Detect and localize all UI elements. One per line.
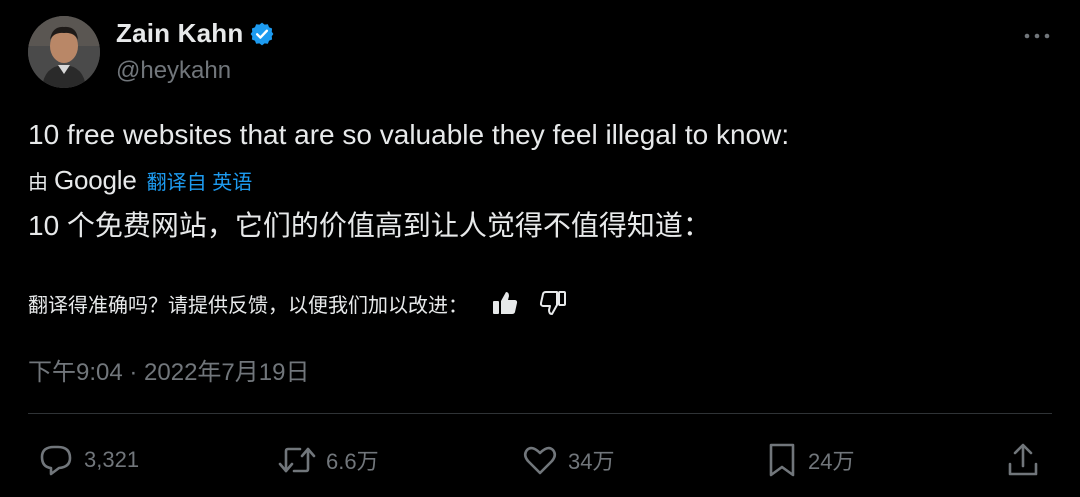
avatar[interactable]: [28, 16, 100, 88]
google-logo: Google: [54, 165, 137, 195]
thumbs-down-icon[interactable]: [538, 288, 568, 318]
like-count: 34万: [568, 449, 615, 474]
share-button[interactable]: [1006, 440, 1040, 480]
translated-by-prefix: 由: [28, 172, 48, 194]
author-name-row: Zain Kahn: [116, 18, 275, 49]
more-horizontal-icon[interactable]: [1022, 24, 1052, 48]
share-icon: [1006, 442, 1040, 478]
translation-attribution: 由 Google 翻译自 英语: [28, 165, 252, 196]
bookmark-icon: [766, 442, 798, 478]
bookmark-count: 24万: [808, 449, 855, 474]
bookmark-button[interactable]: 24万: [766, 440, 854, 480]
translation-feedback: 翻译得准确吗？请提供反馈，以便我们加以改进：: [28, 288, 568, 318]
translation-text: 10 个免费网站，它们的价值高到让人觉得不值得知道：: [28, 210, 711, 241]
reply-icon: [38, 443, 74, 477]
like-button[interactable]: 34万: [522, 440, 614, 480]
reply-count: 3,321: [84, 447, 140, 472]
translated-from-link[interactable]: 翻译自 英语: [147, 166, 253, 195]
retweet-button[interactable]: 6.6万: [278, 440, 379, 480]
tweet-text: 10 free websites that are so valuable th…: [28, 119, 790, 150]
display-name[interactable]: Zain Kahn: [116, 18, 243, 49]
author-handle[interactable]: @heykahn: [116, 57, 231, 85]
retweet-icon: [278, 443, 316, 477]
heart-icon: [522, 443, 558, 477]
thumbs-up-icon[interactable]: [490, 288, 520, 318]
reply-button[interactable]: 3,321: [38, 440, 139, 480]
tweet-detail: Zain Kahn @heykahn 10 free websites that…: [0, 0, 1080, 497]
retweet-count: 6.6万: [326, 449, 379, 474]
tweet-timestamp[interactable]: 下午9:04 · 2022年7月19日: [28, 352, 309, 387]
divider: [28, 413, 1052, 414]
action-bar: 3,321 6.6万 34万 24万: [0, 440, 1080, 480]
feedback-prompt: 翻译得准确吗？请提供反馈，以便我们加以改进：: [28, 294, 468, 317]
verified-badge-icon: [249, 21, 275, 47]
